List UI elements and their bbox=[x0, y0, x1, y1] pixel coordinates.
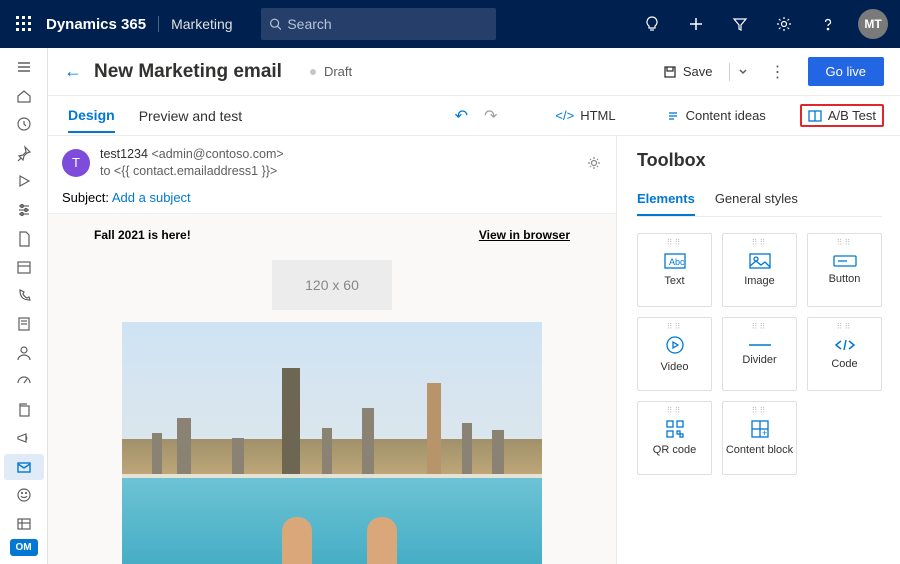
element-contentblock[interactable]: ⠿⠿+Content block bbox=[722, 401, 797, 475]
element-button[interactable]: ⠿⠿Button bbox=[807, 233, 882, 307]
rail-person-icon[interactable] bbox=[4, 339, 44, 366]
svg-text:+: + bbox=[762, 428, 767, 438]
sparkle-icon bbox=[666, 109, 680, 123]
email-headline[interactable]: Fall 2021 is here! bbox=[94, 228, 191, 242]
contentblock-icon: + bbox=[751, 420, 769, 438]
text-icon: Abc bbox=[664, 253, 686, 269]
ab-test-icon bbox=[808, 109, 822, 123]
rail-play-icon[interactable] bbox=[4, 168, 44, 195]
element-video[interactable]: ⠿⠿Video bbox=[637, 317, 712, 391]
rail-files-icon[interactable] bbox=[4, 397, 44, 424]
rail-settings-icon[interactable] bbox=[4, 197, 44, 224]
user-avatar[interactable]: MT bbox=[858, 9, 888, 39]
toolbox-title: Toolbox bbox=[637, 150, 882, 171]
logo-placeholder[interactable]: 120 x 60 bbox=[272, 260, 392, 310]
save-dropdown[interactable] bbox=[729, 63, 756, 81]
rail-grid-icon[interactable] bbox=[4, 511, 44, 538]
hero-image[interactable] bbox=[122, 322, 542, 564]
email-header: T test1234 <admin@contoso.com> to <{{ co… bbox=[48, 136, 616, 214]
global-search[interactable] bbox=[261, 8, 496, 40]
undo-button[interactable]: ↶ bbox=[447, 102, 476, 130]
svg-text:Abc: Abc bbox=[669, 257, 685, 267]
toolbox-tab-styles[interactable]: General styles bbox=[715, 185, 798, 216]
image-icon bbox=[749, 253, 771, 269]
to-label: to bbox=[100, 164, 110, 178]
from-name: test1234 bbox=[100, 147, 148, 161]
tab-preview[interactable]: Preview and test bbox=[139, 100, 243, 132]
go-live-button[interactable]: Go live bbox=[808, 57, 884, 86]
top-nav: Dynamics 365 Marketing MT bbox=[0, 0, 900, 48]
qrcode-icon bbox=[666, 420, 684, 438]
plus-icon[interactable] bbox=[676, 0, 716, 48]
divider-icon bbox=[748, 342, 772, 348]
left-rail: OM bbox=[0, 48, 48, 564]
save-label: Save bbox=[683, 64, 713, 79]
from-email: <admin@contoso.com> bbox=[151, 147, 283, 161]
tab-design[interactable]: Design bbox=[68, 99, 115, 133]
code-element-icon bbox=[834, 338, 856, 352]
header-gear-icon[interactable] bbox=[586, 155, 602, 171]
status-label: Draft bbox=[324, 64, 352, 79]
rail-document-icon[interactable] bbox=[4, 225, 44, 252]
redo-button[interactable]: ↷ bbox=[476, 102, 505, 130]
filter-icon[interactable] bbox=[720, 0, 760, 48]
toolbox-tab-elements[interactable]: Elements bbox=[637, 185, 695, 216]
rail-emoji-icon[interactable] bbox=[4, 482, 44, 509]
code-icon: </> bbox=[555, 108, 574, 123]
lightbulb-icon[interactable] bbox=[632, 0, 672, 48]
rail-pin-icon[interactable] bbox=[4, 140, 44, 167]
add-subject-link[interactable]: Add a subject bbox=[112, 190, 191, 205]
content-ideas-button[interactable]: Content ideas bbox=[656, 104, 776, 127]
email-canvas[interactable]: Fall 2021 is here! View in browser 120 x… bbox=[48, 214, 616, 564]
module-name[interactable]: Marketing bbox=[158, 16, 232, 32]
element-text[interactable]: ⠿⠿AbcText bbox=[637, 233, 712, 307]
save-button[interactable]: Save bbox=[653, 60, 723, 83]
help-icon[interactable] bbox=[808, 0, 848, 48]
search-icon bbox=[269, 17, 282, 31]
to-value: <{{ contact.emailaddress1 }}> bbox=[114, 164, 277, 178]
rail-gauge-icon[interactable] bbox=[4, 368, 44, 395]
page-title: New Marketing email bbox=[94, 61, 282, 83]
button-icon bbox=[833, 255, 857, 267]
design-toolbar: Design Preview and test ↶ ↷ </> HTML Con… bbox=[48, 96, 900, 136]
back-arrow-icon[interactable]: ← bbox=[64, 61, 82, 82]
element-divider[interactable]: ⠿⠿Divider bbox=[722, 317, 797, 391]
html-button[interactable]: </> HTML bbox=[545, 104, 625, 127]
more-menu[interactable]: ⋮ bbox=[762, 58, 794, 86]
save-icon bbox=[663, 65, 677, 79]
toolbox-panel: Toolbox Elements General styles ⠿⠿AbcTex… bbox=[616, 136, 900, 564]
subject-label: Subject: bbox=[62, 190, 109, 205]
rail-calendar-icon[interactable] bbox=[4, 254, 44, 281]
brand-name[interactable]: Dynamics 365 bbox=[46, 16, 146, 33]
waffle-icon[interactable] bbox=[8, 8, 40, 40]
rail-megaphone-icon[interactable] bbox=[4, 425, 44, 452]
element-image[interactable]: ⠿⠿Image bbox=[722, 233, 797, 307]
title-bar: ← New Marketing email Draft Save ⋮ Go li… bbox=[48, 48, 900, 96]
om-badge[interactable]: OM bbox=[10, 539, 38, 556]
gear-icon[interactable] bbox=[764, 0, 804, 48]
view-in-browser-link[interactable]: View in browser bbox=[479, 228, 570, 242]
search-input[interactable] bbox=[287, 16, 487, 32]
element-qrcode[interactable]: ⠿⠿QR code bbox=[637, 401, 712, 475]
rail-home-icon[interactable] bbox=[4, 83, 44, 110]
rail-phone-icon[interactable] bbox=[4, 282, 44, 309]
sender-avatar: T bbox=[62, 149, 90, 177]
element-code[interactable]: ⠿⠿Code bbox=[807, 317, 882, 391]
rail-hamburger-icon[interactable] bbox=[4, 54, 44, 81]
rail-recent-icon[interactable] bbox=[4, 111, 44, 138]
rail-page-icon[interactable] bbox=[4, 311, 44, 338]
rail-mail-icon[interactable] bbox=[4, 454, 44, 481]
status-dot-icon bbox=[310, 69, 316, 75]
ab-test-button[interactable]: A/B Test bbox=[800, 104, 884, 127]
chevron-down-icon bbox=[738, 67, 748, 77]
video-icon bbox=[665, 335, 685, 355]
